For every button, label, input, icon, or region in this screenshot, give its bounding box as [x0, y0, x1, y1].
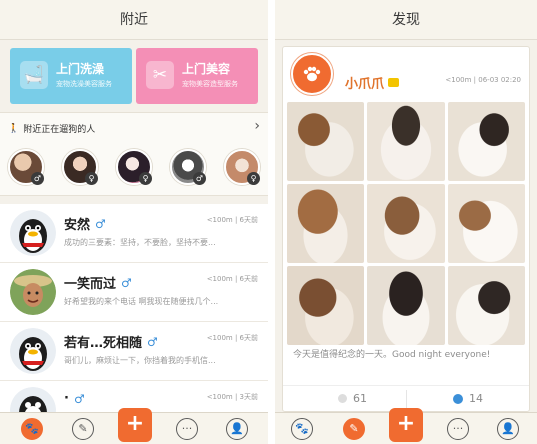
paw-icon	[303, 66, 321, 82]
distance-time: <100m | 6天前	[206, 275, 258, 283]
photo-grid	[287, 102, 525, 345]
list-item[interactable]: 若有…死相随 ♂ <100m | 6天前 哥们儿，麻烦让一下，你挡着我的手机信..…	[0, 322, 268, 381]
distance-time: <100m | 6天前	[206, 334, 258, 342]
user-name: 安然	[64, 218, 91, 233]
post-meta: <100m | 06-03 02:20	[445, 76, 521, 84]
puppy-photo[interactable]	[287, 266, 365, 345]
like-count: 61	[353, 392, 367, 405]
avatar[interactable]: ♀	[224, 149, 260, 185]
puppy-photo[interactable]	[287, 102, 365, 181]
tab-profile-icon[interactable]: 👤	[497, 418, 519, 440]
avatar[interactable]: ♂	[170, 149, 206, 185]
user-name: ·	[64, 391, 69, 406]
distance-time: <100m | 3天前	[206, 393, 258, 401]
puppy-photo[interactable]	[447, 102, 525, 181]
author-avatar[interactable]	[291, 53, 333, 95]
add-post-button[interactable]: +	[389, 408, 423, 442]
puppy-photo[interactable]	[367, 102, 445, 181]
tab-messages-icon[interactable]: ···	[447, 418, 469, 440]
discover-title: 发现	[275, 0, 537, 40]
puppy-photo[interactable]	[367, 266, 445, 345]
comment-count: 14	[469, 392, 483, 405]
list-item[interactable]: 一笑而过 ♂ <100m | 6天前 好希望我的来个电话 啊我现在随便找几个...	[0, 263, 268, 322]
tab-profile-icon[interactable]: 👤	[226, 418, 248, 440]
male-icon: ♂	[95, 216, 106, 231]
gender-icon: ♀	[85, 172, 98, 185]
like-icon	[338, 394, 347, 403]
nearby-walkers-header: 附近正在遛狗的人	[23, 125, 96, 135]
avatar	[10, 328, 56, 374]
comment-button[interactable]: 14	[453, 392, 483, 405]
puppy-photo[interactable]	[447, 184, 525, 263]
service-title: 上门美容	[182, 62, 231, 76]
service-subtitle: 宠物洗澡美容服务	[56, 80, 112, 88]
user-signature: 成功的三要素：坚持，不要脸，坚持不要...	[64, 238, 216, 247]
chevron-right-icon[interactable]: ›	[254, 118, 260, 134]
gender-icon: ♀	[139, 172, 152, 185]
add-post-button[interactable]: +	[118, 408, 152, 442]
comment-icon	[453, 393, 463, 404]
service-title: 上门洗澡	[56, 62, 105, 76]
bath-icon: 🛁	[20, 61, 48, 89]
walker-icon: 🚶	[8, 123, 20, 134]
tab-nearby-paw-icon[interactable]: 🐾	[21, 418, 43, 440]
avatar	[10, 210, 56, 256]
like-button[interactable]: 61	[338, 392, 367, 405]
avatar[interactable]: ♂	[8, 149, 44, 185]
user-signature: 好希望我的来个电话 啊我现在随便找几个...	[64, 297, 219, 306]
avatar[interactable]: ♀	[62, 149, 98, 185]
post-text: 今天是值得纪念的一天。Good night everyone!	[293, 350, 491, 360]
author-name: 小爪爪	[345, 77, 385, 92]
male-icon: ♂	[121, 275, 132, 290]
gender-icon: ♂	[31, 172, 44, 185]
tab-messages-icon[interactable]: ···	[176, 418, 198, 440]
home-bath-service-button[interactable]: 🛁 上门洗澡 宠物洗澡美容服务	[10, 48, 132, 104]
tab-nearby-paw-icon[interactable]: 🐾	[291, 418, 313, 440]
distance-time: <100m | 6天前	[206, 216, 258, 224]
nearby-walkers-strip[interactable]: 🚶 附近正在遛狗的人 › ♂ ♀ ♀ ♂ ♀	[0, 112, 268, 196]
user-signature: 哥们儿，麻烦让一下，你挡着我的手机信...	[64, 356, 216, 365]
user-name: 若有…死相随	[64, 336, 143, 351]
service-subtitle: 宠物美容造型服务	[182, 80, 238, 88]
post-card[interactable]: 小爪爪 <100m | 06-03 02:20 今天是值得纪念的一天。Good …	[282, 46, 530, 412]
divider	[406, 390, 407, 408]
male-icon: ♂	[147, 334, 158, 349]
tab-discover-icon[interactable]: ✎	[343, 418, 365, 440]
gender-icon: ♀	[247, 172, 260, 185]
home-grooming-service-button[interactable]: ✂ 上门美容 宠物美容造型服务	[136, 48, 258, 104]
nearby-title: 附近	[0, 0, 268, 40]
grooming-icon: ✂	[146, 61, 174, 89]
tab-bar: 🐾 ✎ + ··· 👤	[0, 408, 268, 444]
nearby-screen: 附近 🛁 上门洗澡 宠物洗澡美容服务 ✂ 上门美容 宠物美容造型服务 🚶 附近正…	[0, 0, 268, 444]
avatar[interactable]: ♀	[116, 149, 152, 185]
male-icon: ♂	[73, 391, 85, 406]
tab-discover-icon[interactable]: ✎	[72, 418, 94, 440]
avatar	[10, 269, 56, 315]
puppy-photo[interactable]	[447, 266, 525, 345]
user-name: 一笑而过	[64, 277, 117, 292]
discover-screen: 发现 小爪爪 <100m | 06-03 02:20 今天是值得纪念的一天。Go…	[275, 0, 537, 444]
puppy-photo[interactable]	[367, 184, 445, 263]
list-item[interactable]: 安然 ♂ <100m | 6天前 成功的三要素：坚持，不要脸，坚持不要...	[0, 204, 268, 263]
gender-icon: ♂	[193, 172, 206, 185]
nearby-user-list: 安然 ♂ <100m | 6天前 成功的三要素：坚持，不要脸，坚持不要... 一笑…	[0, 204, 268, 440]
vip-crown-icon	[388, 78, 400, 87]
puppy-photo[interactable]	[287, 184, 365, 263]
tab-bar: 🐾 ✎ + ··· 👤	[275, 408, 537, 444]
